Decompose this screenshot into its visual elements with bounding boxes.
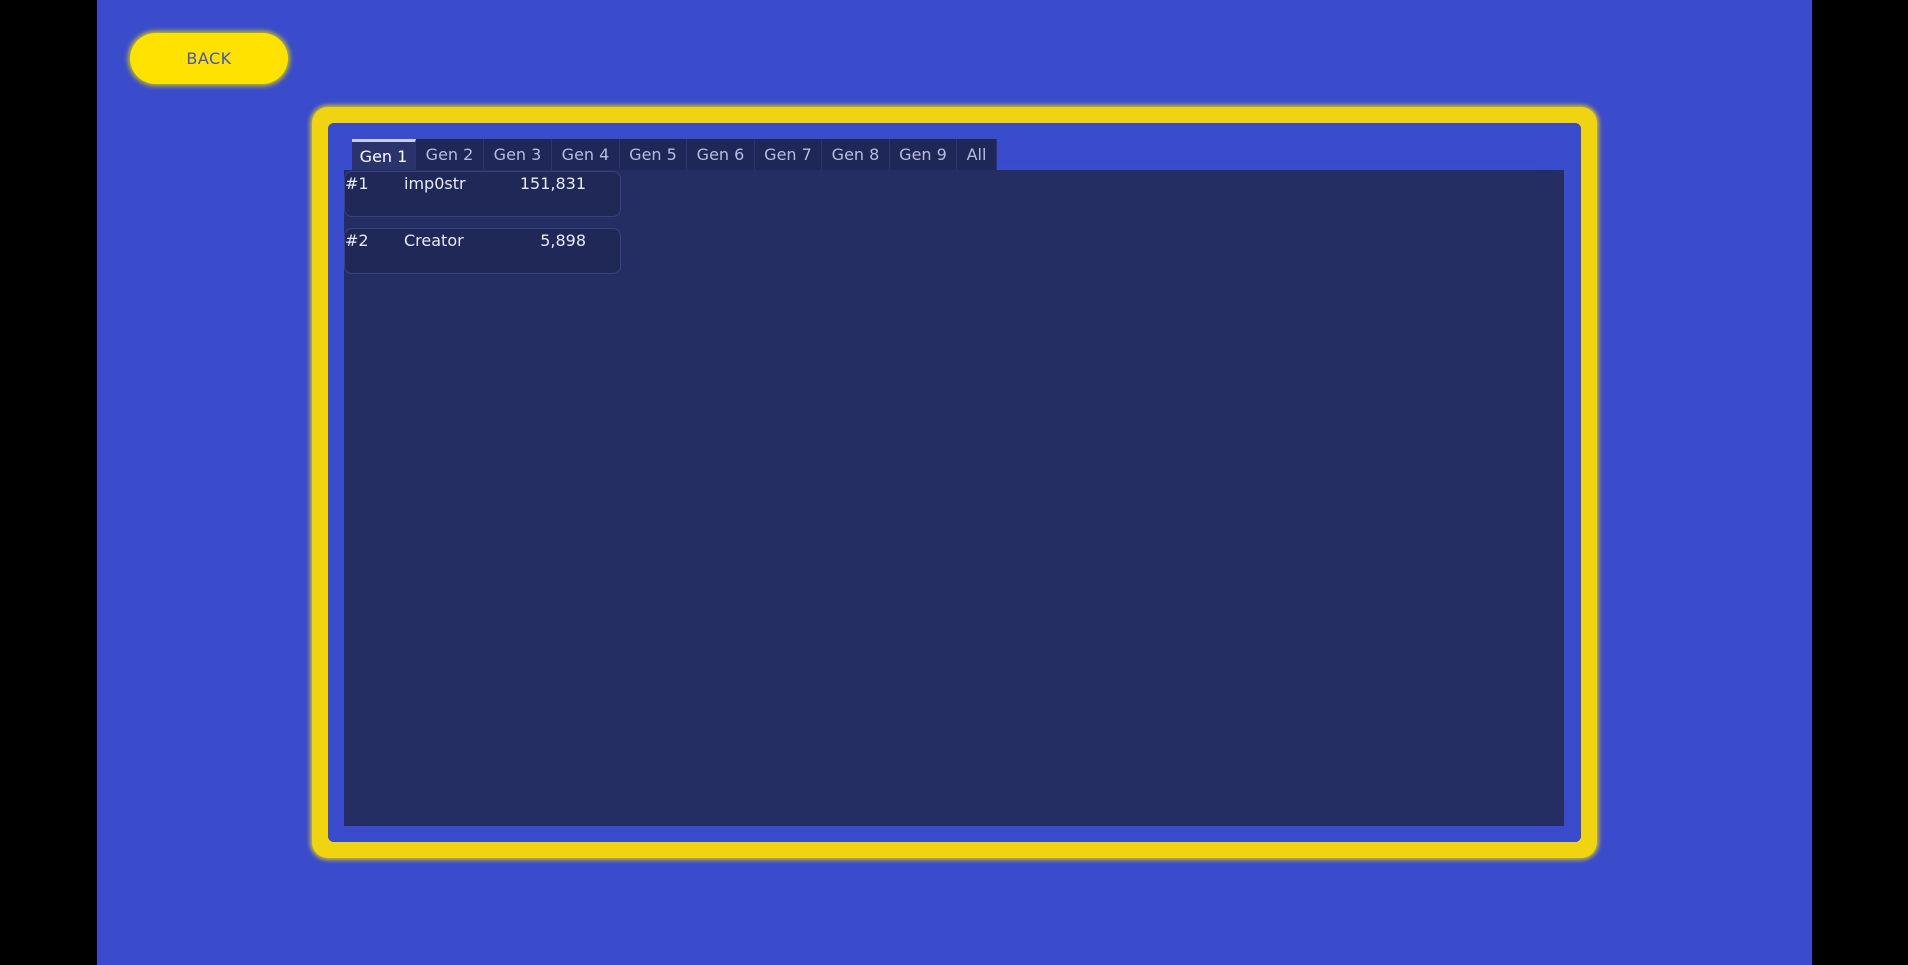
tab-gen-1[interactable]: Gen 1	[352, 139, 416, 170]
tab-gen-2[interactable]: Gen 2	[416, 139, 484, 170]
row-rank: #1	[345, 174, 369, 193]
tab-gen-4[interactable]: Gen 4	[552, 139, 620, 170]
row-player-name: imp0str	[404, 174, 466, 193]
tab-gen-7[interactable]: Gen 7	[755, 139, 822, 170]
tab-all[interactable]: All	[957, 139, 997, 170]
tab-gen-9[interactable]: Gen 9	[890, 139, 957, 170]
row-rank: #2	[345, 231, 369, 250]
row-player-name: Creator	[404, 231, 464, 250]
generation-tabs: Gen 1 Gen 2 Gen 3 Gen 4 Gen 5 Gen 6 Gen …	[352, 139, 997, 170]
tab-gen-5[interactable]: Gen 5	[620, 139, 687, 170]
row-score: 151,831	[519, 174, 586, 193]
tab-gen-8[interactable]: Gen 8	[822, 139, 890, 170]
back-button[interactable]: BACK	[130, 33, 288, 84]
leaderboard-row: #2 Creator 5,898	[344, 228, 621, 274]
tab-gen-3[interactable]: Gen 3	[484, 139, 552, 170]
row-score: 5,898	[540, 231, 586, 250]
tab-gen-6[interactable]: Gen 6	[687, 139, 755, 170]
leaderboard-row: #1 imp0str 151,831	[344, 171, 621, 217]
